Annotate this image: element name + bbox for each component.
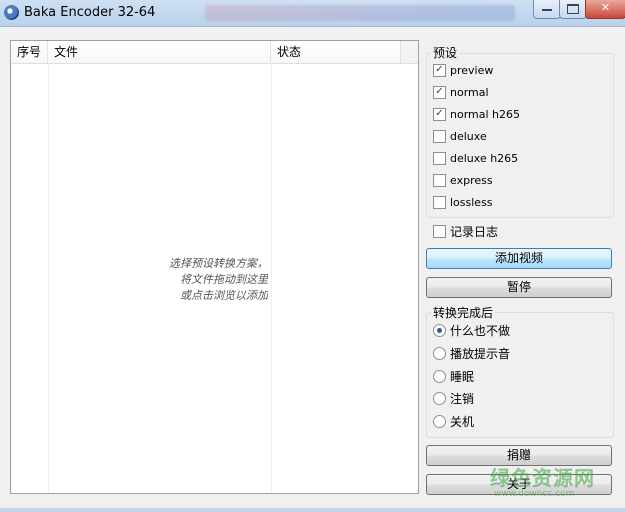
app-icon [4,5,19,20]
checkbox-icon [433,151,446,165]
checkbox-icon: ✓ [433,107,446,121]
preset-label: normal [450,86,489,99]
preset-label: lossless [450,196,493,209]
option-logoff[interactable]: 注销 [433,390,474,408]
checkbox-icon [433,173,446,187]
preset-deluxe[interactable]: deluxe [433,128,487,146]
checkbox-icon: ✓ [433,85,446,99]
preset-normal[interactable]: ✓ normal [433,84,489,102]
checkbox-icon [433,225,446,238]
checkbox-icon [433,195,446,209]
minimize-icon [534,9,560,11]
preset-label: normal h265 [450,108,521,121]
option-label: 什么也不做 [450,324,511,338]
pause-button[interactable]: 暂停 [426,277,612,298]
preset-label: preview [450,64,494,77]
log-checkbox-label: 记录日志 [450,225,499,239]
window-bottom-edge [0,508,625,512]
preset-deluxe-h265[interactable]: deluxe h265 [433,150,518,168]
hint-line: 或点击浏览以添加 [180,289,268,302]
preset-label: deluxe h265 [450,152,519,165]
option-play-sound[interactable]: 播放提示音 [433,345,510,363]
column-header-index[interactable]: 序号 [11,41,48,63]
close-button[interactable]: ✕ [585,0,625,19]
header-scroll-filler [400,41,418,63]
list-header: 序号 文件 状态 [11,41,418,64]
radio-icon [433,415,446,428]
add-video-button[interactable]: 添加视频 [426,248,612,269]
drop-hint: 选择预设转换方案， 将文件拖动到这里 或点击浏览以添加 [151,256,268,304]
preset-lossless[interactable]: lossless [433,194,493,212]
after-conversion-title: 转换完成后 [431,304,496,321]
title-bar: Baka Encoder 32-64 ✕ [0,0,625,27]
option-label: 播放提示音 [450,347,511,361]
maximize-button[interactable] [559,0,587,19]
watermark-text: 绿色资源网 [490,466,595,490]
option-label: 注销 [450,392,475,406]
option-label: 关机 [450,415,475,429]
radio-icon [433,370,446,383]
preset-label: deluxe [450,130,487,143]
option-shutdown[interactable]: 关机 [433,413,474,431]
watermark-url: www.downcc.com [494,489,575,499]
minimize-button[interactable] [533,0,561,19]
column-header-status[interactable]: 状态 [271,41,418,63]
log-checkbox[interactable]: 记录日志 [433,223,498,241]
radio-icon [433,392,446,405]
option-label: 睡眠 [450,370,475,384]
preset-label: express [450,174,493,187]
column-divider [271,63,272,493]
radio-icon [433,324,446,337]
column-divider [48,63,49,493]
hint-line: 将文件拖动到这里 [180,273,268,286]
file-list[interactable]: 序号 文件 状态 选择预设转换方案， 将文件拖动到这里 或点击浏览以添加 [10,40,419,494]
option-do-nothing[interactable]: 什么也不做 [433,322,510,340]
preset-preview[interactable]: ✓ preview [433,62,493,80]
close-icon: ✕ [600,1,611,14]
checkbox-icon: ✓ [433,63,446,77]
radio-icon [433,347,446,360]
checkbox-icon [433,129,446,143]
blurred-background-area [205,5,515,21]
preset-express[interactable]: express [433,172,493,190]
maximize-icon [560,4,586,14]
hint-line: 选择预设转换方案， [169,257,268,270]
column-header-file[interactable]: 文件 [48,41,271,63]
window-title: Baka Encoder 32-64 [24,5,156,20]
presets-group-title: 预设 [431,44,460,61]
option-sleep[interactable]: 睡眠 [433,368,474,386]
preset-normal-h265[interactable]: ✓ normal h265 [433,106,520,124]
